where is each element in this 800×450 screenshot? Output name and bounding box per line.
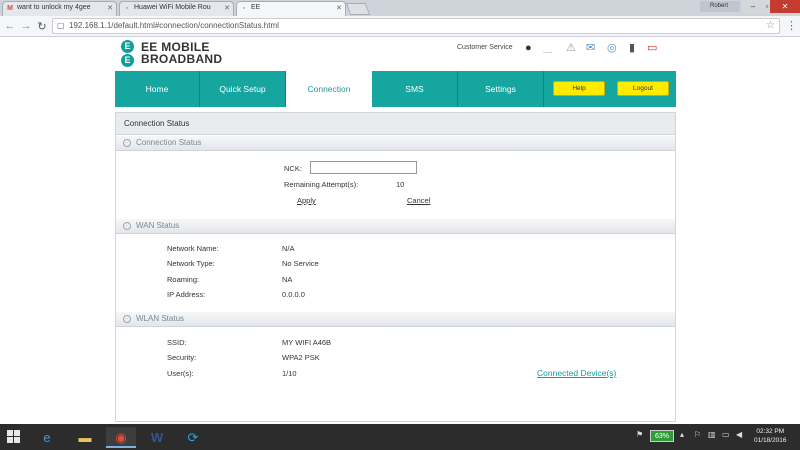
section-title: Connection Status [136, 138, 202, 147]
router-web-page: E E EE MOBILE BROADBAND Customer Service… [0, 38, 800, 424]
nav-quick-setup[interactable]: Quick Setup [200, 71, 286, 107]
nav-home[interactable]: Home [115, 71, 200, 107]
roaming-value: NA [282, 275, 293, 284]
url-text: 192.168.1.1/default.html#connection/conn… [69, 21, 279, 30]
remaining-attempts-value: 10 [396, 180, 405, 189]
customer-service-link[interactable]: Customer Service [457, 44, 513, 51]
ssid-value: MY WIFI A46B [282, 338, 332, 347]
connected-devices-link[interactable]: Connected Device(s) [537, 368, 616, 378]
network-icon[interactable]: ▥ [708, 430, 716, 439]
tray-flag-icon[interactable]: ⚐ [694, 430, 701, 439]
word-icon[interactable]: W [142, 427, 172, 448]
signal-strength-icon: ..... [543, 48, 553, 55]
chrome-icon[interactable]: ◉ [106, 427, 136, 448]
nav-connection[interactable]: Connection [286, 71, 372, 107]
tab-huawei[interactable]: ▫ Huawei WiFi Mobile Rou ✕ [119, 1, 234, 16]
wifi-icon: ◎ [607, 42, 617, 54]
ssid-label: SSID: [167, 338, 187, 347]
section-wan-status: ◦ WAN Status [116, 219, 675, 234]
close-icon[interactable]: ✕ [336, 4, 342, 12]
bookmark-star-icon[interactable]: ☆ [766, 19, 775, 33]
users-value: 1/10 [282, 369, 297, 378]
sim-status-icon: ● [525, 42, 532, 54]
tab-label: Huawei WiFi Mobile Rou [134, 4, 211, 11]
action-center-icon[interactable]: ⚑ [636, 430, 643, 439]
collapse-icon[interactable]: ◦ [123, 315, 131, 323]
network-name-label: Network Name: [167, 244, 219, 253]
collapse-icon[interactable]: ◦ [123, 139, 131, 147]
reload-icon[interactable]: ↻ [36, 20, 48, 33]
window-close-button[interactable]: ✕ [770, 0, 800, 13]
page-icon: ▫ [242, 5, 246, 12]
file-explorer-icon[interactable]: ▬ [70, 427, 100, 448]
system-clock[interactable]: 02:32 PM 01/18/2016 [754, 427, 787, 445]
security-label: Security: [167, 353, 197, 362]
sms-envelope-icon[interactable]: ✉ [586, 42, 595, 54]
security-value: WPA2 PSK [282, 353, 320, 362]
help-button[interactable]: Help [553, 81, 605, 96]
cancel-button[interactable]: Cancel [407, 196, 430, 205]
users-label: User(s): [167, 369, 194, 378]
section-wlan-status: ◦ WLAN Status [116, 312, 675, 327]
nck-input[interactable] [310, 161, 417, 174]
nav-sms[interactable]: SMS [372, 71, 458, 107]
new-tab-button[interactable] [345, 3, 371, 15]
main-nav: Home Quick Setup Connection SMS Settings… [115, 71, 676, 107]
tab-label: EE [251, 4, 261, 11]
sync-app-icon[interactable]: ⟳ [178, 427, 208, 448]
roaming-label: Roaming: [167, 275, 200, 284]
network-type-label: Network Type: [167, 259, 215, 268]
internet-explorer-icon[interactable]: e [32, 427, 62, 448]
remaining-attempts-label: Remaining Attempt(s): [284, 180, 359, 189]
section-title: WLAN Status [136, 314, 185, 323]
windows-start-icon[interactable] [7, 430, 21, 444]
menu-icon[interactable]: ⋮ [786, 19, 797, 32]
nck-label: NCK: [284, 164, 302, 173]
page-icon: ▫ [125, 5, 129, 12]
volume-icon[interactable]: ◀ [736, 430, 742, 439]
apply-button[interactable]: Apply [297, 196, 316, 205]
forward-icon[interactable]: → [20, 20, 32, 32]
gmail-icon: M [7, 5, 13, 12]
close-icon[interactable]: ✕ [107, 4, 113, 12]
tab-gmail[interactable]: M want to unlock my 4gee ✕ [2, 1, 117, 16]
profile-name: Robert [710, 3, 729, 9]
profile-button[interactable]: Robert [700, 1, 740, 12]
section-title: WAN Status [136, 221, 180, 230]
collapse-icon[interactable]: ◦ [123, 222, 131, 230]
section-connection-status: ◦ Connection Status [116, 136, 675, 151]
battery-device-icon: ▮ [629, 42, 636, 54]
back-icon[interactable]: ← [4, 20, 16, 32]
network-type-value: No Service [282, 259, 319, 268]
brand-logo-text: EE MOBILE BROADBAND [141, 40, 223, 66]
battery-indicator[interactable]: 63% [650, 430, 674, 442]
network-name-value: N/A [282, 244, 295, 253]
ee-logo-icon: E E [121, 40, 135, 67]
close-icon[interactable]: ✕ [224, 4, 230, 12]
warning-icon[interactable]: ⚠ [566, 42, 576, 54]
page-header: E E EE MOBILE BROADBAND Customer Service… [115, 38, 676, 70]
url-field[interactable]: ▢ 192.168.1.1/default.html#connection/co… [52, 18, 780, 34]
ip-address-label: IP Address: [167, 290, 206, 299]
breadcrumb: Connection Status [116, 113, 675, 135]
connection-status-icon: ▭ [647, 42, 658, 54]
address-toolbar: ← → ↻ ▢ 192.168.1.1/default.html#connect… [0, 16, 800, 37]
tray-expand-icon[interactable]: ▴ [680, 430, 684, 439]
tab-label: want to unlock my 4gee [17, 4, 91, 11]
tab-ee[interactable]: ▫ EE ✕ [236, 1, 346, 16]
logout-button[interactable]: Logout [617, 81, 669, 96]
nav-settings[interactable]: Settings [458, 71, 544, 107]
display-icon[interactable]: ▭ [722, 430, 730, 439]
page-info-icon[interactable]: ▢ [57, 19, 65, 33]
taskbar: e ▬ ◉ W ⟳ ⚑ 63% ▴ ⚐ ▥ ▭ ◀ 02:32 PM 01/18… [0, 424, 800, 450]
ip-address-value: 0.0.0.0 [282, 290, 305, 299]
content-panel: Connection Status ◦ Connection Status NC… [115, 112, 676, 422]
browser-tab-strip: M want to unlock my 4gee ✕ ▫ Huawei WiFi… [0, 0, 800, 16]
